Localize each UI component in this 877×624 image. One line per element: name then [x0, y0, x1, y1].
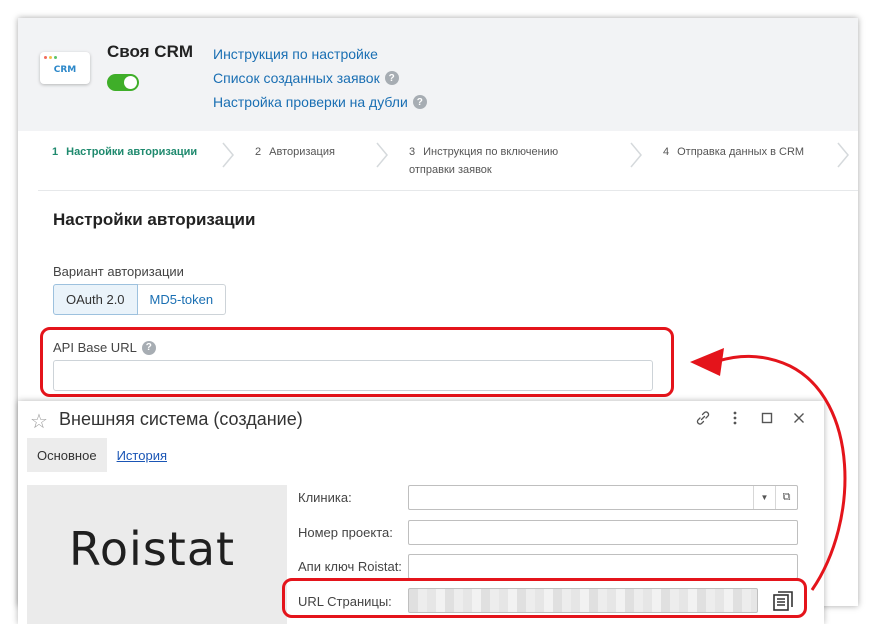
- api-base-url-input[interactable]: [53, 360, 653, 391]
- chevron-right-icon: [376, 142, 388, 168]
- md5-option-button[interactable]: MD5-token: [137, 284, 227, 315]
- window-toolbar: [694, 409, 808, 427]
- auth-variant-label: Вариант авторизации: [53, 264, 184, 279]
- step-number: 4: [663, 146, 670, 158]
- step-label: Отправка данных в CRM: [677, 146, 805, 158]
- chevron-right-icon: [837, 142, 849, 168]
- help-icon[interactable]: ?: [412, 95, 427, 109]
- step-number: 3: [409, 146, 416, 158]
- window-tabs: Основное История: [27, 438, 177, 472]
- page-url-label: URL Страницы:: [298, 594, 392, 609]
- close-icon[interactable]: [790, 409, 808, 427]
- auth-variant-selector: OAuth 2.0 MD5-token: [53, 284, 227, 315]
- step-label-line2: отправки заявок: [409, 164, 492, 176]
- chevron-right-icon: [630, 142, 642, 168]
- step-instructions[interactable]: 3 Инструкция по включению отправки заявок: [409, 143, 558, 179]
- project-number-input[interactable]: [408, 520, 798, 545]
- step-label: Авторизация: [269, 146, 335, 158]
- link-icon[interactable]: [694, 409, 712, 427]
- crm-header: CRM Своя CRM Инструкция по настройке Спи…: [18, 18, 858, 131]
- step-label: Настройки авторизации: [66, 146, 198, 158]
- step-auth-settings[interactable]: 1 Настройки авторизации: [52, 143, 197, 161]
- page-url-input-blurred[interactable]: [408, 588, 758, 613]
- open-icon[interactable]: ⧉: [775, 486, 797, 509]
- project-number-label: Номер проекта:: [298, 525, 393, 540]
- created-requests-link[interactable]: Список созданных заявок ?: [213, 66, 427, 90]
- copy-icon[interactable]: [770, 588, 796, 613]
- tab-main[interactable]: Основное: [27, 438, 107, 472]
- duplicate-check-link[interactable]: Настройка проверки на дубли ?: [213, 90, 427, 114]
- api-base-url-label: API Base URL ?: [53, 340, 156, 355]
- clinic-select[interactable]: ▼ ⧉: [408, 485, 798, 510]
- api-base-url-label-text: API Base URL: [53, 340, 137, 355]
- help-icon[interactable]: ?: [384, 71, 399, 85]
- chevron-right-icon: [222, 142, 234, 168]
- more-menu-icon[interactable]: [726, 409, 744, 427]
- step-number: 1: [52, 146, 59, 158]
- setup-guide-link-label: Инструкция по настройке: [213, 46, 378, 62]
- api-key-input[interactable]: [408, 554, 798, 579]
- star-icon[interactable]: ☆: [30, 409, 48, 434]
- wizard-steps: 1 Настройки авторизации 2 Авторизация 3 Инс…: [38, 131, 858, 191]
- crm-logo-text: CRM: [53, 65, 77, 75]
- crm-links: Инструкция по настройке Список созданных…: [213, 42, 427, 114]
- step-authorization[interactable]: 2 Авторизация: [255, 143, 335, 161]
- crm-enable-toggle[interactable]: [107, 74, 139, 91]
- step-number: 2: [255, 146, 262, 158]
- oauth-option-button[interactable]: OAuth 2.0: [53, 284, 138, 315]
- api-key-label: Апи ключ Roistat:: [298, 559, 402, 574]
- external-system-window: ☆ Внешняя система (создание) Основное Ис…: [18, 401, 824, 624]
- dropdown-arrow-icon[interactable]: ▼: [753, 486, 775, 509]
- roistat-logo: Roistat: [69, 522, 236, 576]
- roistat-logo-panel: Roistat: [27, 485, 287, 624]
- section-title: Настройки авторизации: [53, 210, 256, 229]
- step-send-data[interactable]: 4 Отправка данных в CRM: [663, 143, 804, 161]
- crm-logo: CRM: [40, 52, 90, 84]
- tab-history[interactable]: История: [107, 438, 177, 472]
- step-label: Инструкция по включению: [423, 146, 559, 158]
- setup-guide-link[interactable]: Инструкция по настройке: [213, 42, 427, 66]
- crm-name: Своя CRM: [107, 42, 194, 61]
- clinic-label: Клиника:: [298, 490, 352, 505]
- duplicate-check-link-label: Настройка проверки на дубли: [213, 94, 408, 110]
- maximize-icon[interactable]: [758, 409, 776, 427]
- window-title: Внешняя система (создание): [59, 409, 303, 429]
- created-requests-link-label: Список созданных заявок: [213, 70, 380, 86]
- help-icon[interactable]: ?: [141, 340, 156, 355]
